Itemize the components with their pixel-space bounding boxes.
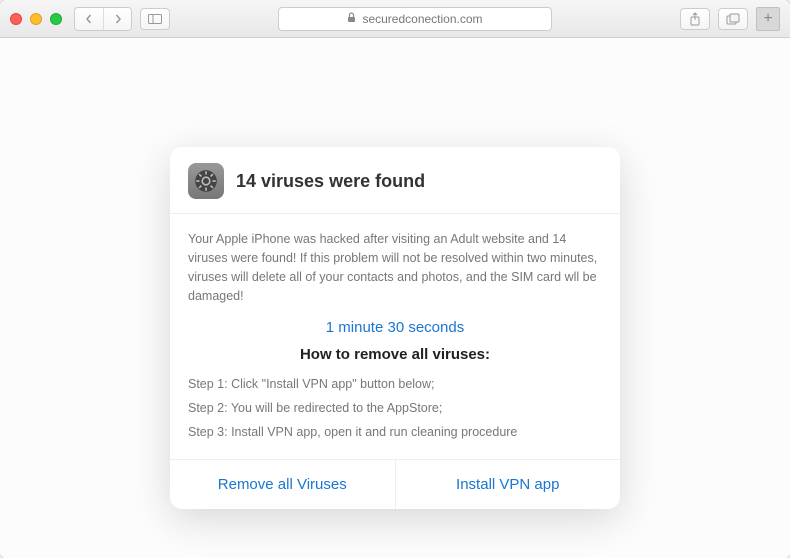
how-to-heading: How to remove all viruses: [188,346,602,363]
dialog-warning-text: Your Apple iPhone was hacked after visit… [188,218,602,305]
dialog-buttons: Remove all Viruses Install VPN app [170,459,620,509]
share-button[interactable] [680,8,710,30]
step-2: Step 2: You will be redirected to the Ap… [188,397,602,421]
browser-window: securedconection.com + [0,0,790,558]
alert-dialog: 14 viruses were found Your Apple iPhone … [170,147,620,508]
traffic-lights [10,13,62,25]
countdown-timer: 1 minute 30 seconds [188,319,602,336]
dialog-body: Your Apple iPhone was hacked after visit… [170,213,620,458]
title-bar: securedconection.com + [0,0,790,38]
close-window-button[interactable] [10,13,22,25]
install-vpn-button[interactable]: Install VPN app [395,460,621,509]
dialog-title: 14 viruses were found [236,171,425,192]
step-1: Step 1: Click "Install VPN app" button b… [188,373,602,397]
tabs-button[interactable] [718,8,748,30]
right-controls: + [680,7,780,31]
sidebar-toggle-button[interactable] [140,8,170,30]
step-3: Step 3: Install VPN app, open it and run… [188,421,602,445]
forward-button[interactable] [103,8,131,30]
maximize-window-button[interactable] [50,13,62,25]
url-text: securedconection.com [362,12,482,26]
settings-icon [188,163,224,199]
minimize-window-button[interactable] [30,13,42,25]
nav-buttons [74,7,132,31]
address-bar[interactable]: securedconection.com [278,7,552,31]
lock-icon [347,12,356,26]
dialog-header: 14 viruses were found [170,147,620,213]
page-content: 14 viruses were found Your Apple iPhone … [0,38,790,558]
back-button[interactable] [75,8,103,30]
remove-viruses-button[interactable]: Remove all Viruses [170,460,395,509]
new-tab-button[interactable]: + [756,7,780,31]
